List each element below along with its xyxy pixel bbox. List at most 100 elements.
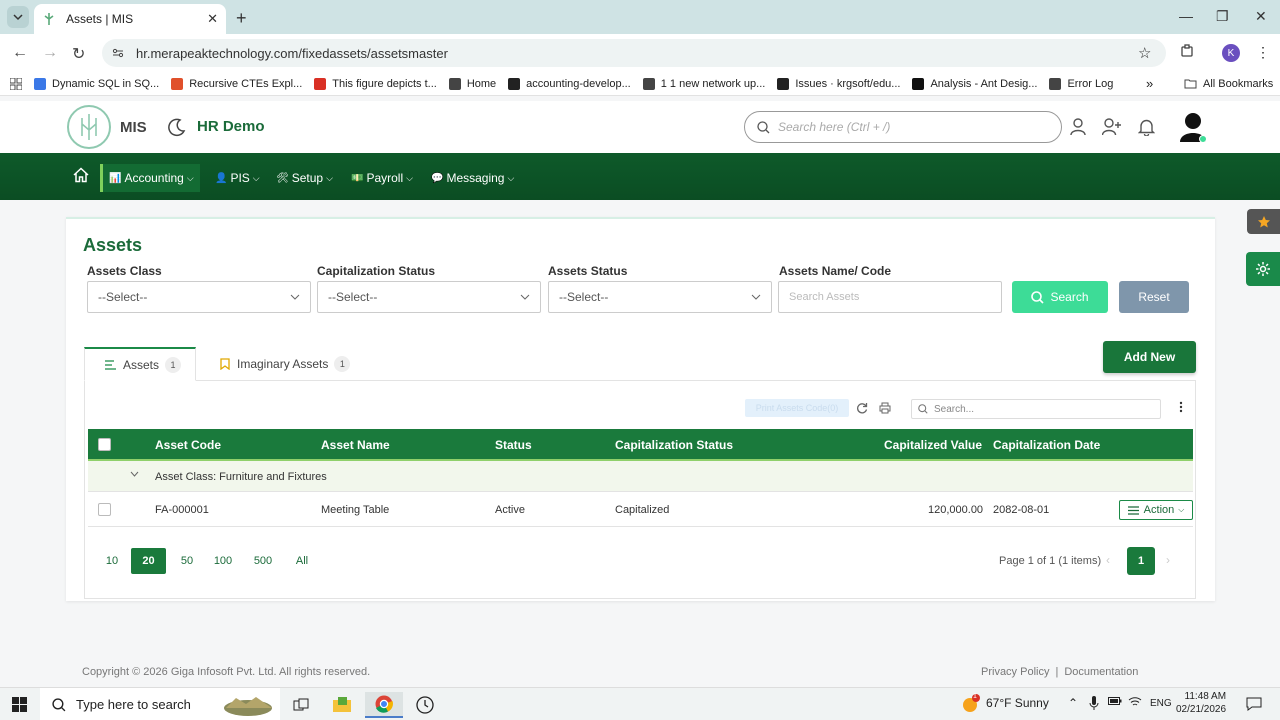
site-info-icon[interactable]: [112, 47, 124, 59]
settings-button[interactable]: [1246, 252, 1280, 286]
url-field[interactable]: hr.merapeaktechnology.com/fixedassets/as…: [102, 39, 1166, 67]
col-capitalized-value[interactable]: Capitalized Value: [884, 438, 982, 452]
browser-menu-icon[interactable]: ⋮: [1256, 44, 1270, 61]
add-new-button[interactable]: Add New: [1103, 341, 1196, 373]
print-assets-code-button[interactable]: Print Assets Code(0): [745, 399, 849, 417]
privacy-policy-link[interactable]: Privacy Policy: [981, 666, 1049, 678]
page-number-button[interactable]: 1: [1127, 547, 1155, 575]
add-user-icon[interactable]: [1102, 118, 1122, 136]
page-size-50[interactable]: 50: [179, 548, 195, 574]
browser-tab-active[interactable]: Assets | MIS ✕: [34, 4, 226, 34]
bookmark-item[interactable]: Dynamic SQL in SQ...: [34, 77, 159, 90]
close-tab-icon[interactable]: ✕: [207, 11, 218, 27]
page-size-100[interactable]: 100: [213, 548, 233, 574]
page-size-all[interactable]: All: [294, 548, 310, 574]
nav-item-accounting[interactable]: 📊 Accounting ⌵: [100, 164, 200, 192]
bookmarks-overflow-icon[interactable]: »: [1146, 76, 1153, 91]
maximize-icon[interactable]: ❐: [1216, 8, 1229, 25]
refresh-icon[interactable]: [856, 402, 868, 414]
bookmark-item[interactable]: Error Log: [1049, 77, 1114, 90]
battery-icon[interactable]: [1108, 696, 1122, 706]
minimize-icon[interactable]: —: [1179, 8, 1193, 24]
microphone-icon[interactable]: [1089, 696, 1099, 710]
nav-item-messaging[interactable]: 💬 Messaging ⌵: [425, 164, 520, 192]
search-button[interactable]: Search: [1012, 281, 1108, 313]
nav-item-pis[interactable]: 👤 PIS ⌵: [209, 164, 266, 192]
tab-imaginary-assets[interactable]: Imaginary Assets 1: [220, 347, 351, 381]
home-icon[interactable]: [73, 167, 89, 183]
user-icon[interactable]: [1070, 118, 1086, 136]
capitalization-status-select[interactable]: --Select--: [317, 281, 541, 313]
bookmark-label: Recursive CTEs Expl...: [189, 77, 303, 90]
weather-icon[interactable]: 1: [961, 693, 981, 714]
row-checkbox[interactable]: [98, 503, 111, 516]
table-row[interactable]: FA-000001 Meeting Table Active Capitaliz…: [88, 492, 1193, 527]
select-all-checkbox[interactable]: [98, 438, 111, 451]
prev-page-icon[interactable]: ‹: [1106, 553, 1110, 567]
grid-search-input[interactable]: Search...: [911, 399, 1161, 419]
bookmark-item[interactable]: Analysis - Ant Desig...: [912, 77, 1037, 90]
user-avatar[interactable]: [1178, 111, 1208, 143]
new-tab-button[interactable]: +: [236, 8, 247, 29]
back-icon[interactable]: ←: [12, 44, 28, 62]
taskbar-search-input[interactable]: Type here to search: [40, 688, 280, 720]
row-action-button[interactable]: Action ⌵: [1119, 500, 1193, 520]
asset-tabs: Assets 1 Imaginary Assets 1: [84, 347, 1196, 381]
col-capitalization-status[interactable]: Capitalization Status: [615, 438, 733, 452]
bookmark-favicon-icon: [34, 77, 46, 90]
group-row[interactable]: Asset Class: Furniture and Fixtures: [88, 461, 1193, 492]
extensions-icon[interactable]: [1180, 44, 1194, 58]
file-explorer-app-icon[interactable]: [323, 692, 361, 718]
app-logo[interactable]: [67, 105, 111, 149]
col-status[interactable]: Status: [495, 438, 532, 452]
page-size-20[interactable]: 20: [131, 548, 166, 574]
wifi-icon[interactable]: [1128, 696, 1142, 707]
windows-start-icon[interactable]: [12, 697, 27, 712]
next-page-icon[interactable]: ›: [1166, 553, 1170, 567]
language-indicator[interactable]: ENG: [1150, 698, 1172, 709]
task-view-icon[interactable]: [282, 692, 320, 718]
global-search-input[interactable]: Search here (Ctrl + /): [744, 111, 1062, 143]
all-bookmarks-button[interactable]: All Bookmarks: [1184, 78, 1273, 90]
table-header: Asset Code Asset Name Status Capitalizat…: [88, 429, 1193, 461]
bookmark-star-icon[interactable]: ☆: [1138, 44, 1151, 62]
col-asset-code[interactable]: Asset Code: [155, 438, 221, 452]
notification-bell-icon[interactable]: [1138, 118, 1155, 136]
bookmark-item[interactable]: accounting-develop...: [508, 77, 631, 90]
assets-class-select[interactable]: --Select--: [87, 281, 311, 313]
col-capitalization-date[interactable]: Capitalization Date: [993, 438, 1100, 452]
bookmark-item[interactable]: Home: [448, 77, 496, 90]
collapse-chevron-icon[interactable]: [130, 471, 139, 477]
bookmark-item[interactable]: Recursive CTEs Expl...: [171, 77, 303, 90]
clock-app-icon[interactable]: [406, 692, 444, 718]
assets-status-select[interactable]: --Select--: [548, 281, 772, 313]
bookmark-item[interactable]: 1 1 new network up...: [642, 77, 765, 90]
apps-grid-icon[interactable]: [10, 77, 22, 90]
nav-item-payroll[interactable]: 💵 Payroll ⌵: [345, 164, 419, 192]
documentation-link[interactable]: Documentation: [1064, 666, 1138, 678]
page-size-500[interactable]: 500: [253, 548, 273, 574]
nav-item-setup[interactable]: 🛠 Setup ⌵: [270, 164, 339, 192]
page-size-10[interactable]: 10: [105, 548, 119, 574]
tab-assets[interactable]: Assets 1: [84, 347, 197, 381]
profile-avatar[interactable]: K: [1222, 44, 1240, 62]
tray-overflow-icon[interactable]: ⌃: [1068, 696, 1078, 710]
notifications-icon[interactable]: [1246, 697, 1262, 711]
close-window-icon[interactable]: ✕: [1255, 8, 1267, 25]
system-clock[interactable]: 11:48 AM 02/21/2026: [1176, 690, 1226, 716]
export-icon[interactable]: [879, 402, 891, 414]
col-asset-name[interactable]: Asset Name: [321, 438, 390, 452]
tab-search-button[interactable]: [7, 6, 29, 28]
assets-name-code-input[interactable]: Search Assets: [778, 281, 1002, 313]
more-options-icon[interactable]: [1179, 401, 1183, 413]
bookmark-item[interactable]: This figure depicts t...: [314, 77, 437, 90]
favorites-star-button[interactable]: [1247, 209, 1280, 234]
chrome-app-icon[interactable]: [365, 692, 403, 718]
assets-status-label: Assets Status: [548, 264, 628, 278]
dark-mode-toggle-icon[interactable]: [167, 117, 187, 137]
bookmark-item[interactable]: Issues · krgsoft/edu...: [777, 77, 900, 90]
bookmark-label: Error Log: [1067, 77, 1114, 90]
forward-icon[interactable]: →: [42, 44, 58, 62]
reload-icon[interactable]: ↻: [72, 44, 85, 64]
reset-button[interactable]: Reset: [1119, 281, 1189, 313]
